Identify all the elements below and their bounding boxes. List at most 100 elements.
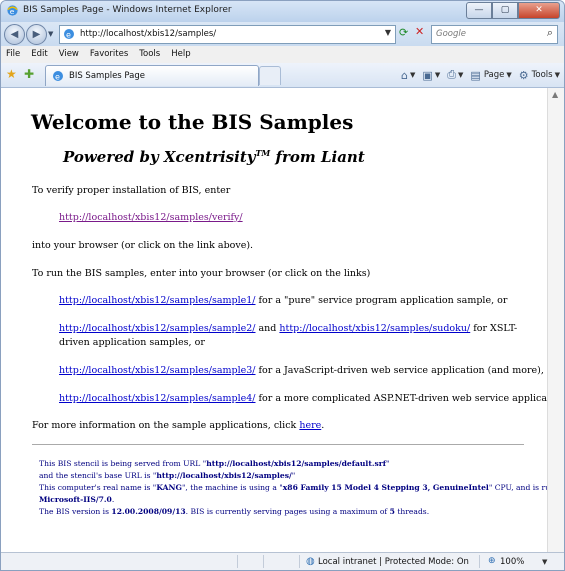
sample2-line: http://localhost/xbis12/samples/sample2/…	[59, 322, 534, 350]
menu-edit[interactable]: Edit	[26, 46, 53, 63]
menu-view[interactable]: View	[54, 46, 85, 63]
stop-icon[interactable]: ✕	[415, 25, 424, 38]
sample1-link[interactable]: http://localhost/xbis12/samples/sample1/	[59, 295, 256, 306]
divider	[32, 444, 524, 445]
address-toolbar: ◀ ▶ ▼ e http://localhost/xbis12/samples/…	[1, 22, 564, 46]
home-dropdown-icon[interactable]: ▼	[410, 71, 415, 79]
tools-menu-label[interactable]: Tools	[532, 70, 553, 80]
zoom-level[interactable]: 100%	[500, 557, 524, 567]
stencil-url-line: This BIS stencil is being served from UR…	[39, 459, 390, 468]
page-dropdown-icon[interactable]: ▼	[506, 71, 511, 79]
verify-link-line: http://localhost/xbis12/samples/verify/	[59, 212, 243, 223]
ie-logo-icon: e	[7, 5, 18, 16]
address-dropdown-icon[interactable]: ▼	[385, 28, 391, 37]
tab-label: BIS Samples Page	[69, 71, 146, 81]
close-button[interactable]: ✕	[518, 2, 560, 19]
status-divider	[479, 555, 480, 568]
sample4-line: http://localhost/xbis12/samples/sample4/…	[59, 393, 547, 404]
svg-text:e: e	[55, 73, 60, 82]
home-icon[interactable]: ⌂	[401, 69, 408, 82]
version-post: threads.	[394, 507, 430, 516]
version-pre: The BIS version is	[39, 507, 112, 516]
computer-name: KANG	[156, 483, 182, 492]
browser-window: e BIS Samples Page - Windows Internet Ex…	[0, 0, 565, 571]
status-divider	[299, 555, 300, 568]
maximize-button[interactable]: ▢	[492, 2, 518, 19]
print-dropdown-icon[interactable]: ▼	[458, 71, 463, 79]
tab-bis-samples[interactable]: e BIS Samples Page	[45, 65, 259, 86]
menu-tools[interactable]: Tools	[134, 46, 166, 63]
sample1-line: http://localhost/xbis12/samples/sample1/…	[59, 295, 507, 306]
favorites-star-icon[interactable]: ★	[6, 67, 17, 81]
status-divider	[263, 555, 264, 568]
menu-bar: File Edit View Favorites Tools Help	[1, 46, 564, 63]
svg-text:e: e	[10, 7, 15, 16]
machine-info-line: This computer's real name is "KANG", the…	[39, 483, 547, 492]
bis-version: 12.00.2008/09/13	[111, 507, 186, 516]
search-input[interactable]: Google ⌕	[431, 25, 558, 44]
base-url-post: "	[291, 471, 296, 480]
sample2-and: and	[255, 323, 280, 334]
sudoku-link[interactable]: http://localhost/xbis12/samples/sudoku/	[279, 323, 470, 334]
zoom-icon[interactable]: ⊕	[488, 556, 496, 566]
zoom-dropdown-icon[interactable]: ▼	[542, 558, 547, 566]
menu-file[interactable]: File	[1, 46, 26, 63]
minimize-button[interactable]: —	[466, 2, 492, 19]
feeds-icon[interactable]: ▣	[422, 69, 432, 82]
scroll-up-icon[interactable]: ▲	[552, 90, 558, 99]
sample3-link[interactable]: http://localhost/xbis12/samples/sample3/	[59, 365, 256, 376]
forward-button[interactable]: ▶	[26, 24, 47, 45]
page-menu-icon[interactable]: ▤	[470, 69, 480, 82]
page-icon: e	[64, 29, 74, 40]
menu-favorites[interactable]: Favorites	[85, 46, 134, 63]
here-link[interactable]: here	[299, 420, 321, 431]
security-zone[interactable]: Local intranet | Protected Mode: On	[318, 557, 469, 567]
version-line: The BIS version is 12.00.2008/09/13. BIS…	[39, 507, 429, 516]
feeds-dropdown-icon[interactable]: ▼	[435, 71, 440, 79]
svg-text:e: e	[66, 31, 71, 40]
base-url: http://localhost/xbis12/samples/	[156, 471, 292, 480]
machine-info-mid: ", the machine is using a "	[181, 483, 283, 492]
command-bar: ⌂ ▼ ▣ ▼ ⎙ ▼ ▤ Page ▼ ⚙ Tools ▼	[394, 68, 560, 82]
tools-dropdown-icon[interactable]: ▼	[555, 71, 560, 79]
sample3-desc: for a JavaScript-driven web service appl…	[255, 365, 547, 376]
intranet-globe-icon: ◍	[306, 556, 315, 567]
address-field[interactable]: e http://localhost/xbis12/samples/ ▼	[59, 25, 396, 44]
more-info-period: .	[321, 420, 325, 431]
trademark-mark: TM	[255, 148, 271, 158]
new-tab-button[interactable]	[259, 66, 281, 85]
refresh-icon[interactable]: ⟳	[399, 26, 408, 39]
back-button[interactable]: ◀	[4, 24, 25, 45]
subheading-brand: Powered by Xcentrisity	[63, 148, 256, 166]
menu-help[interactable]: Help	[166, 46, 196, 63]
more-info-text: For more information on the sample appli…	[32, 420, 300, 431]
page-menu-label[interactable]: Page	[484, 70, 505, 80]
machine-info-pre: This computer's real name is "	[39, 483, 157, 492]
verify-link[interactable]: http://localhost/xbis12/samples/verify/	[59, 212, 243, 223]
sample2-link[interactable]: http://localhost/xbis12/samples/sample2/	[59, 323, 256, 334]
recent-pages-dropdown-icon[interactable]: ▼	[48, 30, 53, 38]
status-bar: ◍ Local intranet | Protected Mode: On ⊕ …	[1, 552, 564, 570]
more-info-line: For more information on the sample appli…	[32, 420, 324, 431]
status-divider	[237, 555, 238, 568]
tools-gear-icon[interactable]: ⚙	[519, 69, 529, 82]
vertical-scrollbar[interactable]: ▲	[547, 88, 564, 552]
version-mid: . BIS is currently serving pages using a…	[185, 507, 390, 516]
run-intro: To run the BIS samples, enter into your …	[32, 268, 371, 279]
search-icon[interactable]: ⌕	[547, 26, 553, 40]
add-favorites-icon[interactable]: ✚	[24, 67, 34, 81]
server-name: Microsoft-IIS/7.0	[39, 495, 112, 504]
sample1-desc: for a "pure" service program application…	[255, 295, 508, 306]
stencil-url-post: "	[386, 459, 390, 468]
server-post: .	[111, 495, 115, 504]
tab-page-icon: e	[53, 71, 63, 82]
window-controls: — ▢ ✕	[466, 2, 560, 19]
sample4-link[interactable]: http://localhost/xbis12/samples/sample4/	[59, 393, 256, 404]
page-heading: Welcome to the BIS Samples	[31, 110, 354, 134]
page-subheading: Powered by XcentrisityTM from Liant	[63, 148, 365, 166]
verify-intro: To verify proper installation of BIS, en…	[32, 185, 231, 196]
machine-info-post: " CPU, and is running	[488, 483, 547, 492]
stencil-url: http://localhost/xbis12/samples/default.…	[206, 459, 387, 468]
sample4-desc: for a more complicated ASP.NET-driven we…	[255, 393, 547, 404]
print-icon[interactable]: ⎙	[447, 68, 456, 82]
